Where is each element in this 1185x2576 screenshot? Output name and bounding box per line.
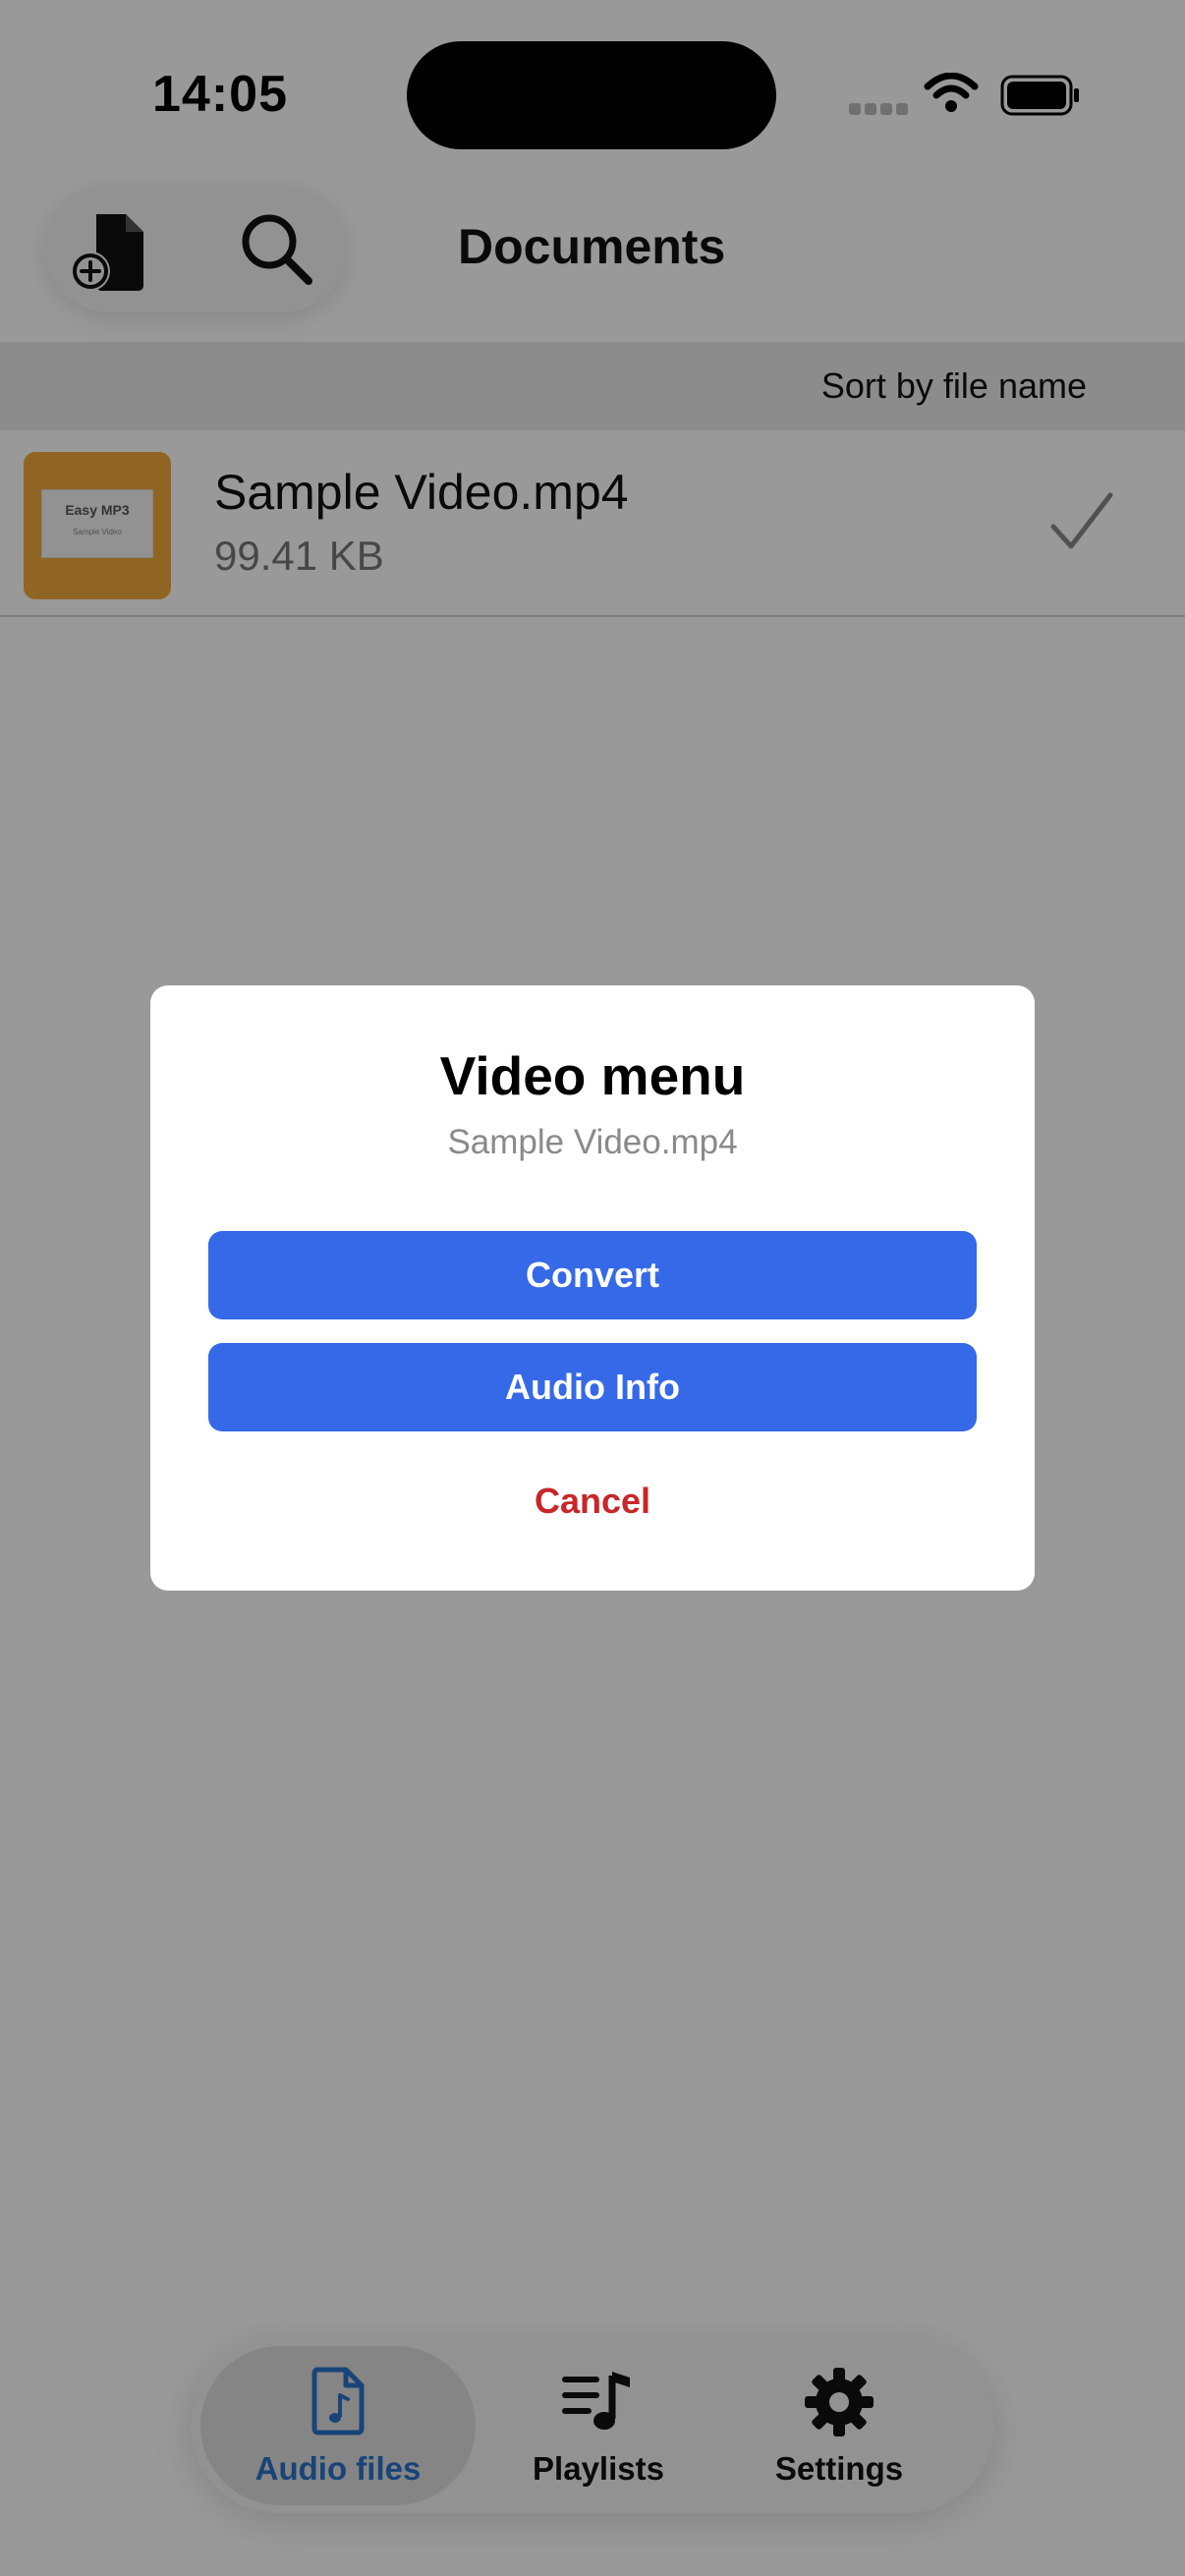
dialog-title: Video menu: [439, 1045, 746, 1106]
dialog-subtitle: Sample Video.mp4: [447, 1123, 738, 1161]
video-menu-dialog: Video menu Sample Video.mp4 Convert Audi…: [150, 985, 1035, 1591]
cancel-button[interactable]: Cancel: [150, 1481, 1035, 1522]
convert-button[interactable]: Convert: [208, 1231, 977, 1319]
audio-info-button[interactable]: Audio Info: [208, 1343, 977, 1431]
